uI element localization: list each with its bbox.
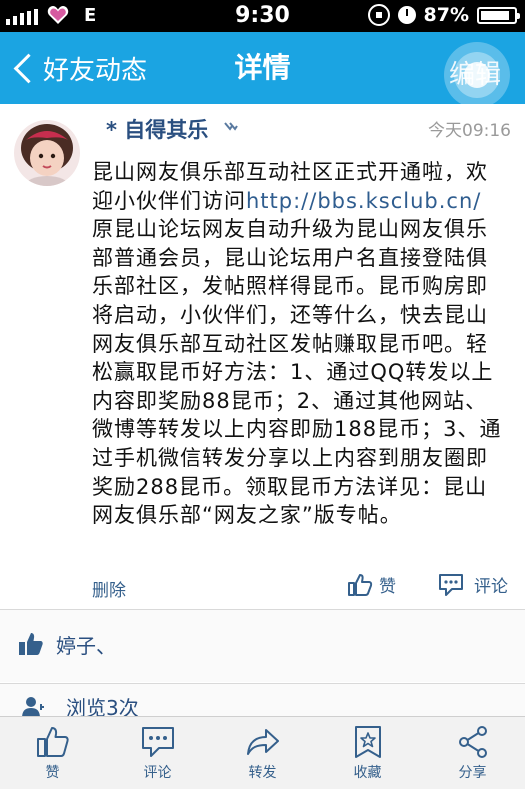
- post-text-main: 原昆山论坛网友自动升级为昆山网友俱乐部普通会员，昆山论坛用户名直接登陆俱乐部社区…: [92, 217, 502, 528]
- post-card: * 自得其乐 今天09:16 昆山网友俱乐部互动社区正式开通啦，欢迎小伙伴们访问…: [0, 104, 525, 608]
- rotation-lock-icon: [367, 4, 390, 26]
- status-bar: E 9:30 87%: [0, 0, 525, 32]
- tab-favorite[interactable]: 收藏: [315, 717, 420, 789]
- tab-share[interactable]: 分享: [420, 717, 525, 789]
- member-badge-icon: [224, 122, 238, 131]
- forward-arrow-icon: [246, 729, 279, 755]
- tab-label: 赞: [45, 765, 60, 781]
- bookmark-star-icon: [354, 726, 381, 758]
- thumbs-up-icon: [348, 573, 373, 596]
- post-timestamp: 今天09:16: [428, 121, 511, 141]
- likes-section: 婷子、: [0, 610, 525, 682]
- comment-icon: [439, 573, 463, 596]
- thumbs-up-icon: [36, 727, 69, 757]
- liked-by-names[interactable]: 婷子、: [56, 630, 116, 659]
- thumbs-up-icon: [19, 633, 43, 655]
- views-section: 浏览3次: [0, 684, 525, 716]
- tab-label: 评论: [143, 765, 172, 781]
- avatar-image: [14, 120, 80, 186]
- post-content: 昆山网友俱乐部互动社区正式开通啦，欢迎小伙伴们访问http://bbs.kscl…: [92, 158, 502, 530]
- like-label: 赞: [379, 577, 396, 597]
- viewers-icon: [22, 697, 44, 716]
- tab-label: 转发: [248, 765, 277, 781]
- like-button[interactable]: 赞: [347, 572, 396, 597]
- navigation-bar: 好友动态 详情 编辑: [0, 32, 525, 108]
- avatar[interactable]: [14, 120, 80, 186]
- comment-icon: [141, 727, 174, 757]
- alarm-clock-icon: [397, 6, 416, 24]
- battery-percent: 87%: [423, 4, 469, 26]
- battery-icon: [477, 6, 520, 24]
- comment-label: 评论: [474, 577, 508, 597]
- tab-label: 收藏: [353, 765, 382, 781]
- bottom-tab-bar: 赞 评论 转发 收藏 分享: [0, 716, 525, 789]
- delete-button[interactable]: 删除: [92, 576, 126, 601]
- comment-button[interactable]: 评论: [438, 572, 508, 597]
- tab-forward[interactable]: 转发: [210, 717, 315, 789]
- tab-label: 分享: [458, 765, 487, 781]
- assistive-touch-button[interactable]: [444, 42, 510, 108]
- post-link[interactable]: http://bbs.ksclub.cn/: [246, 189, 481, 213]
- tab-comment[interactable]: 评论: [105, 717, 210, 789]
- share-icon: [458, 726, 487, 758]
- view-count: 浏览3次: [66, 696, 139, 716]
- author-name[interactable]: * 自得其乐: [106, 114, 208, 144]
- tab-like[interactable]: 赞: [0, 717, 105, 789]
